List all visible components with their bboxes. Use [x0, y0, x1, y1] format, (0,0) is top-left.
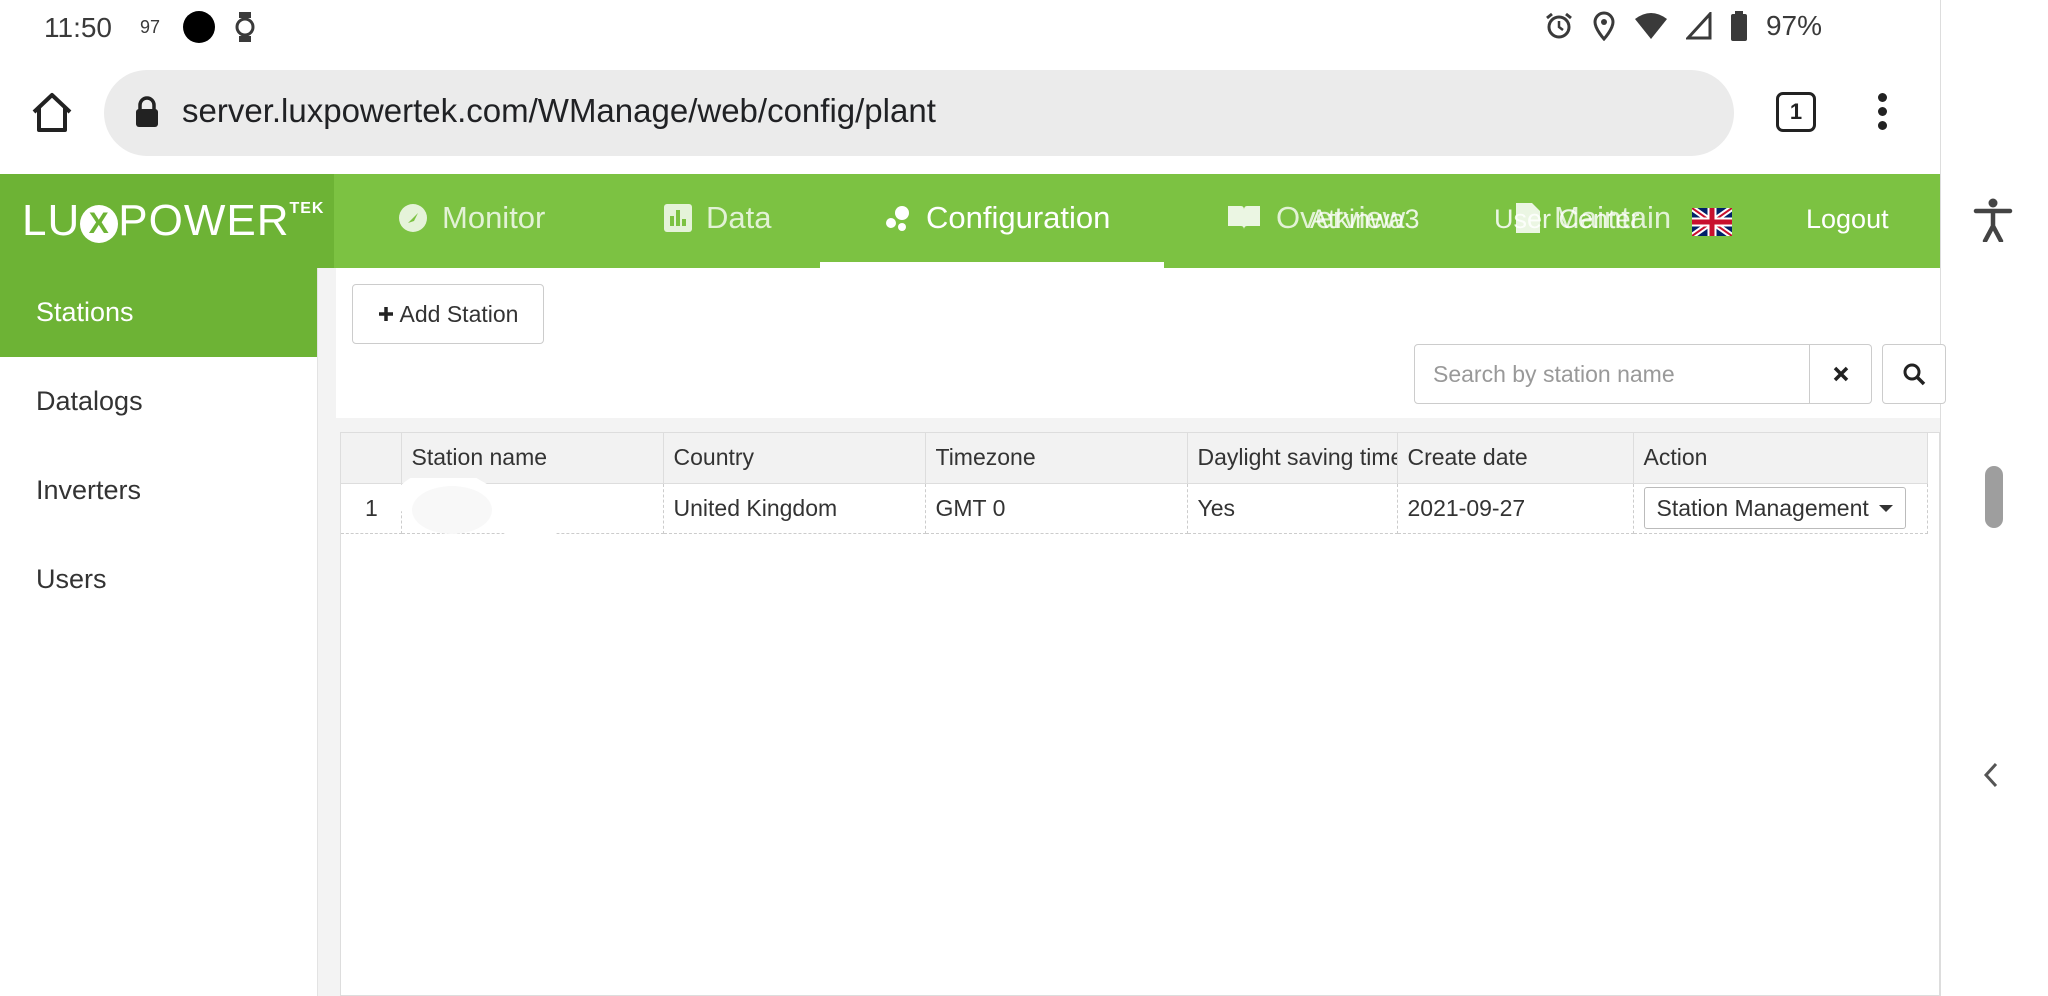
cell-timezone: GMT 0: [925, 483, 1188, 534]
sidebar: Stations Datalogs Inverters Users: [0, 268, 318, 996]
header-create-date[interactable]: Create date: [1397, 433, 1634, 484]
notification-dot-icon: [183, 11, 215, 43]
row-index: 1: [341, 483, 402, 534]
nav-configuration[interactable]: Configuration: [884, 200, 1110, 236]
search-button[interactable]: [1882, 344, 1946, 404]
chart-icon: [664, 204, 692, 232]
top-navigation: LU X POWERTEK Monitor Data Configuration O…: [0, 174, 1940, 268]
accessibility-icon[interactable]: [1973, 198, 2013, 242]
chevron-left-icon[interactable]: [1981, 760, 2001, 790]
logout-link[interactable]: Logout: [1806, 204, 1889, 235]
url-text: server.luxpowertek.com/WManage/web/confi…: [182, 92, 936, 129]
cell-action: Station Management: [1633, 483, 1928, 534]
table-header-row: Station name Country Timezone Daylight s…: [341, 433, 1928, 484]
search-input[interactable]: [1414, 344, 1810, 404]
config-icon: [886, 206, 909, 231]
watch-icon: [235, 12, 255, 42]
header-index: [341, 433, 402, 484]
close-icon: [1833, 366, 1848, 382]
sidebar-item-users[interactable]: Users: [0, 535, 317, 624]
scrollbar-thumb[interactable]: [1985, 466, 2003, 528]
cell-country: United Kingdom: [663, 483, 926, 534]
plus-icon: [378, 307, 393, 321]
address-bar[interactable]: server.luxpowertek.com/WManage/web/confi…: [104, 70, 1734, 156]
header-station-name[interactable]: Station name: [401, 433, 664, 484]
sidebar-item-inverters[interactable]: Inverters: [0, 446, 317, 535]
sidebar-item-datalogs[interactable]: Datalogs: [0, 357, 317, 446]
monitor-icon: [399, 204, 427, 232]
luxpower-logo[interactable]: LU X POWERTEK: [0, 174, 334, 268]
sidebar-item-stations[interactable]: Stations: [0, 268, 317, 357]
caret-down-icon: [1878, 504, 1893, 512]
header-country[interactable]: Country: [663, 433, 926, 484]
station-management-dropdown[interactable]: Station Management: [1643, 487, 1906, 529]
header-timezone[interactable]: Timezone: [925, 433, 1188, 484]
notification-count: 97: [140, 17, 161, 37]
table-row[interactable]: 1 United Kingdom GMT 0 Yes 2021-09-27 St…: [341, 483, 1928, 534]
status-bar: 11:50 97 97%: [0, 0, 1940, 54]
header-action[interactable]: Action: [1633, 433, 1928, 484]
clear-search-button[interactable]: [1810, 344, 1872, 404]
toolbar-panel: Add Station: [336, 268, 1946, 418]
stations-table: Station name Country Timezone Daylight s…: [340, 432, 1940, 996]
book-icon: [1228, 206, 1260, 230]
home-icon[interactable]: [30, 90, 74, 134]
wifi-icon: [1634, 13, 1667, 39]
signal-icon: [1685, 12, 1712, 40]
overflow-menu-icon[interactable]: [1870, 90, 1894, 134]
add-station-button[interactable]: Add Station: [352, 284, 544, 344]
clock: 11:50: [44, 12, 112, 43]
user-name[interactable]: Atkinwa3: [1310, 204, 1420, 235]
status-icons: 97%: [1544, 10, 1940, 42]
battery-percent: 97%: [1765, 10, 1822, 41]
nav-data[interactable]: Data: [664, 200, 771, 236]
header-dst[interactable]: Daylight saving time: [1187, 433, 1398, 484]
alarm-icon: [1546, 12, 1572, 39]
browser-side-strip: [1940, 0, 2048, 996]
uk-flag-icon[interactable]: [1692, 208, 1732, 236]
user-center-link[interactable]: User Center: [1494, 204, 1640, 235]
cell-dst: Yes: [1187, 483, 1398, 534]
search-icon: [1903, 363, 1926, 386]
location-icon: [1593, 11, 1615, 41]
search-group: [1414, 344, 1946, 404]
tab-switcher-button[interactable]: 1: [1776, 92, 1816, 132]
battery-icon: [1730, 11, 1747, 41]
cell-create-date: 2021-09-27: [1397, 483, 1634, 534]
main-content: Add Station Station name Country Timezon…: [318, 268, 1946, 996]
lock-icon: [136, 96, 158, 127]
browser-toolbar: server.luxpowertek.com/WManage/web/confi…: [0, 54, 1940, 174]
nav-monitor[interactable]: Monitor: [398, 200, 545, 236]
redaction-mark: [400, 478, 560, 568]
